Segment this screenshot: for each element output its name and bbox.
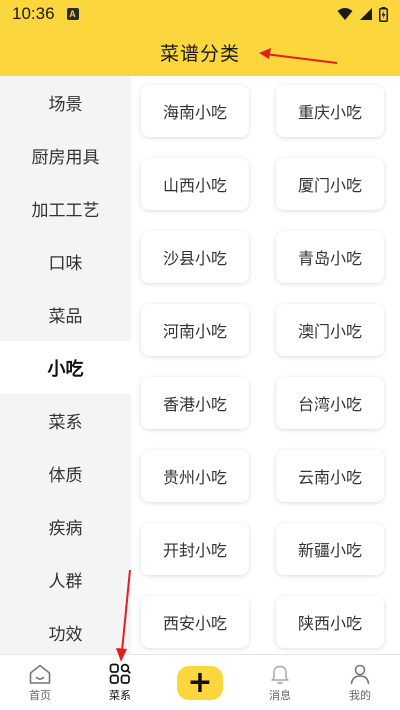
subcategory-panel: 海南小吃 重庆小吃 山西小吃 厦门小吃 沙县小吃 青岛小吃 河南小吃 澳门小吃 … <box>131 76 400 654</box>
subcategory-card[interactable]: 山西小吃 <box>141 158 249 210</box>
notification-a-icon: A <box>66 8 79 20</box>
plus-icon: + <box>187 664 213 700</box>
sidebar-item-dish[interactable]: 菜品 <box>0 288 131 341</box>
subcategory-card[interactable]: 海南小吃 <box>141 85 249 137</box>
sidebar-item-scene[interactable]: 场景 <box>0 76 131 129</box>
battery-icon <box>379 6 388 22</box>
status-icons <box>337 6 388 22</box>
tab-home-label: 首页 <box>29 688 51 702</box>
user-icon <box>350 664 370 684</box>
header-bar: 菜谱分类 <box>0 28 400 76</box>
sidebar-item-crowd[interactable]: 人群 <box>0 553 131 606</box>
tab-category[interactable]: 菜系 <box>80 655 160 710</box>
page-title: 菜谱分类 <box>159 42 240 65</box>
tab-messages[interactable]: 消息 <box>240 655 320 710</box>
subcategory-card[interactable]: 沙县小吃 <box>141 231 249 283</box>
sidebar-item-efficacy[interactable]: 功效 <box>0 606 131 654</box>
tab-profile-label: 我的 <box>349 688 371 702</box>
subcategory-card[interactable]: 青岛小吃 <box>276 231 384 283</box>
sidebar-item-process[interactable]: 加工工艺 <box>0 182 131 235</box>
subcategory-card[interactable]: 厦门小吃 <box>276 158 384 210</box>
wifi-icon <box>337 8 353 20</box>
subcategory-card[interactable]: 河南小吃 <box>141 304 249 356</box>
subcategory-card[interactable]: 重庆小吃 <box>276 85 384 137</box>
subcategory-card[interactable]: 台湾小吃 <box>276 377 384 429</box>
tab-messages-label: 消息 <box>269 688 291 702</box>
subcategory-card[interactable]: 开封小吃 <box>141 523 249 575</box>
subcategory-card[interactable]: 香港小吃 <box>141 377 249 429</box>
signal-icon <box>360 8 372 20</box>
tab-category-label: 菜系 <box>109 688 131 702</box>
status-bar: 10:36 A <box>0 0 400 28</box>
sidebar-item-cuisine[interactable]: 菜系 <box>0 394 131 447</box>
sidebar-item-flavor[interactable]: 口味 <box>0 235 131 288</box>
add-button[interactable]: + <box>177 664 223 700</box>
home-icon <box>29 664 51 684</box>
tab-add[interactable]: + <box>160 655 240 710</box>
tab-home[interactable]: 首页 <box>0 655 80 710</box>
category-sidebar: 场景 厨房用具 加工工艺 口味 菜品 小吃 菜系 体质 疾病 人群 功效 <box>0 76 131 654</box>
tab-profile[interactable]: 我的 <box>320 655 400 710</box>
sidebar-item-constitution[interactable]: 体质 <box>0 447 131 500</box>
subcategory-grid: 海南小吃 重庆小吃 山西小吃 厦门小吃 沙县小吃 青岛小吃 河南小吃 澳门小吃 … <box>131 76 400 648</box>
subcategory-card[interactable]: 贵州小吃 <box>141 450 249 502</box>
subcategory-card[interactable]: 澳门小吃 <box>276 304 384 356</box>
sidebar-item-kitchenware[interactable]: 厨房用具 <box>0 129 131 182</box>
bell-icon <box>271 665 289 684</box>
subcategory-card[interactable]: 云南小吃 <box>276 450 384 502</box>
subcategory-card[interactable]: 陕西小吃 <box>276 596 384 648</box>
status-time: 10:36 <box>12 4 55 23</box>
bottom-tab-bar: 首页 菜系 + 消息 我的 <box>0 654 400 710</box>
subcategory-card[interactable]: 新疆小吃 <box>276 523 384 575</box>
sidebar-item-disease[interactable]: 疾病 <box>0 500 131 553</box>
category-icon <box>109 663 131 684</box>
sidebar-item-snack[interactable]: 小吃 <box>0 341 131 394</box>
subcategory-card[interactable]: 西安小吃 <box>141 596 249 648</box>
